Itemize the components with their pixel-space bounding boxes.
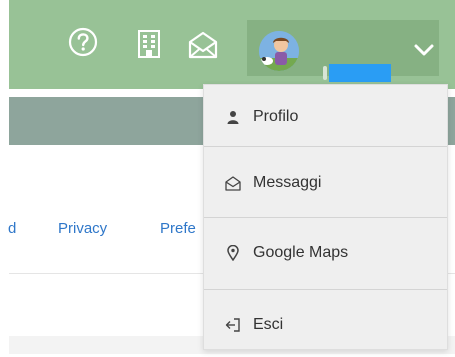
menu-item-label: Google Maps	[253, 244, 349, 261]
menu-item-label: Profilo	[253, 108, 299, 125]
map-marker-icon	[225, 245, 241, 261]
menu-item-messaggi[interactable]: Messaggi	[204, 151, 447, 215]
building-icon[interactable]	[136, 29, 162, 59]
user-dropdown-menu: Profilo Messaggi Google Maps Esci	[203, 84, 448, 350]
footer-link[interactable]: d	[8, 220, 16, 237]
menu-divider	[204, 146, 447, 147]
menu-divider	[204, 217, 447, 218]
footer-link-preferences[interactable]: Prefe	[160, 220, 196, 237]
avatar[interactable]	[259, 31, 299, 71]
menu-item-profilo[interactable]: Profilo	[204, 85, 447, 149]
sign-out-icon	[225, 317, 241, 333]
menu-item-esci[interactable]: Esci	[204, 293, 447, 357]
chevron-down-icon[interactable]	[413, 43, 435, 57]
menu-item-google-maps[interactable]: Google Maps	[204, 221, 447, 285]
menu-item-label: Esci	[253, 316, 284, 333]
user-icon	[225, 109, 241, 125]
envelope-open-icon[interactable]	[187, 31, 219, 59]
top-navbar	[9, 0, 455, 89]
help-icon[interactable]	[68, 27, 98, 57]
user-name-redacted	[329, 64, 391, 82]
footer-link-privacy[interactable]: Privacy	[58, 220, 107, 237]
envelope-open-icon	[225, 175, 241, 191]
user-menu-toggle[interactable]	[247, 20, 439, 82]
menu-item-label: Messaggi	[253, 174, 322, 191]
user-name-initial	[323, 66, 327, 80]
menu-divider	[204, 289, 447, 290]
